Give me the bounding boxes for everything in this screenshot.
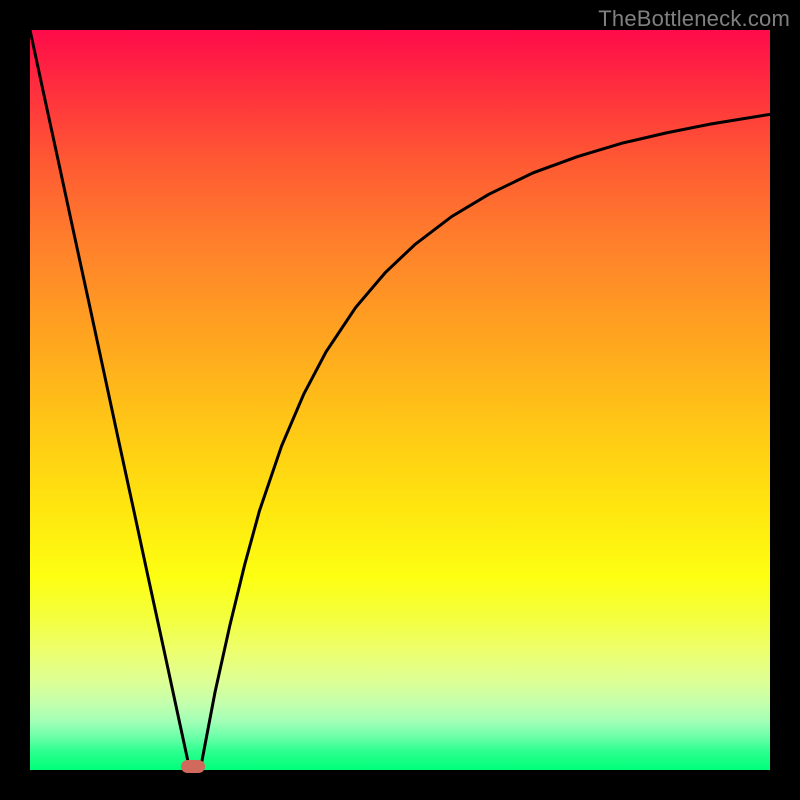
optimal-marker <box>181 760 205 773</box>
plot-area <box>30 30 770 770</box>
bottleneck-curve <box>30 30 770 770</box>
curve-left-branch <box>30 30 190 770</box>
curve-right-branch <box>200 114 770 770</box>
chart-frame: TheBottleneck.com <box>0 0 800 800</box>
watermark-label: TheBottleneck.com <box>598 6 790 32</box>
